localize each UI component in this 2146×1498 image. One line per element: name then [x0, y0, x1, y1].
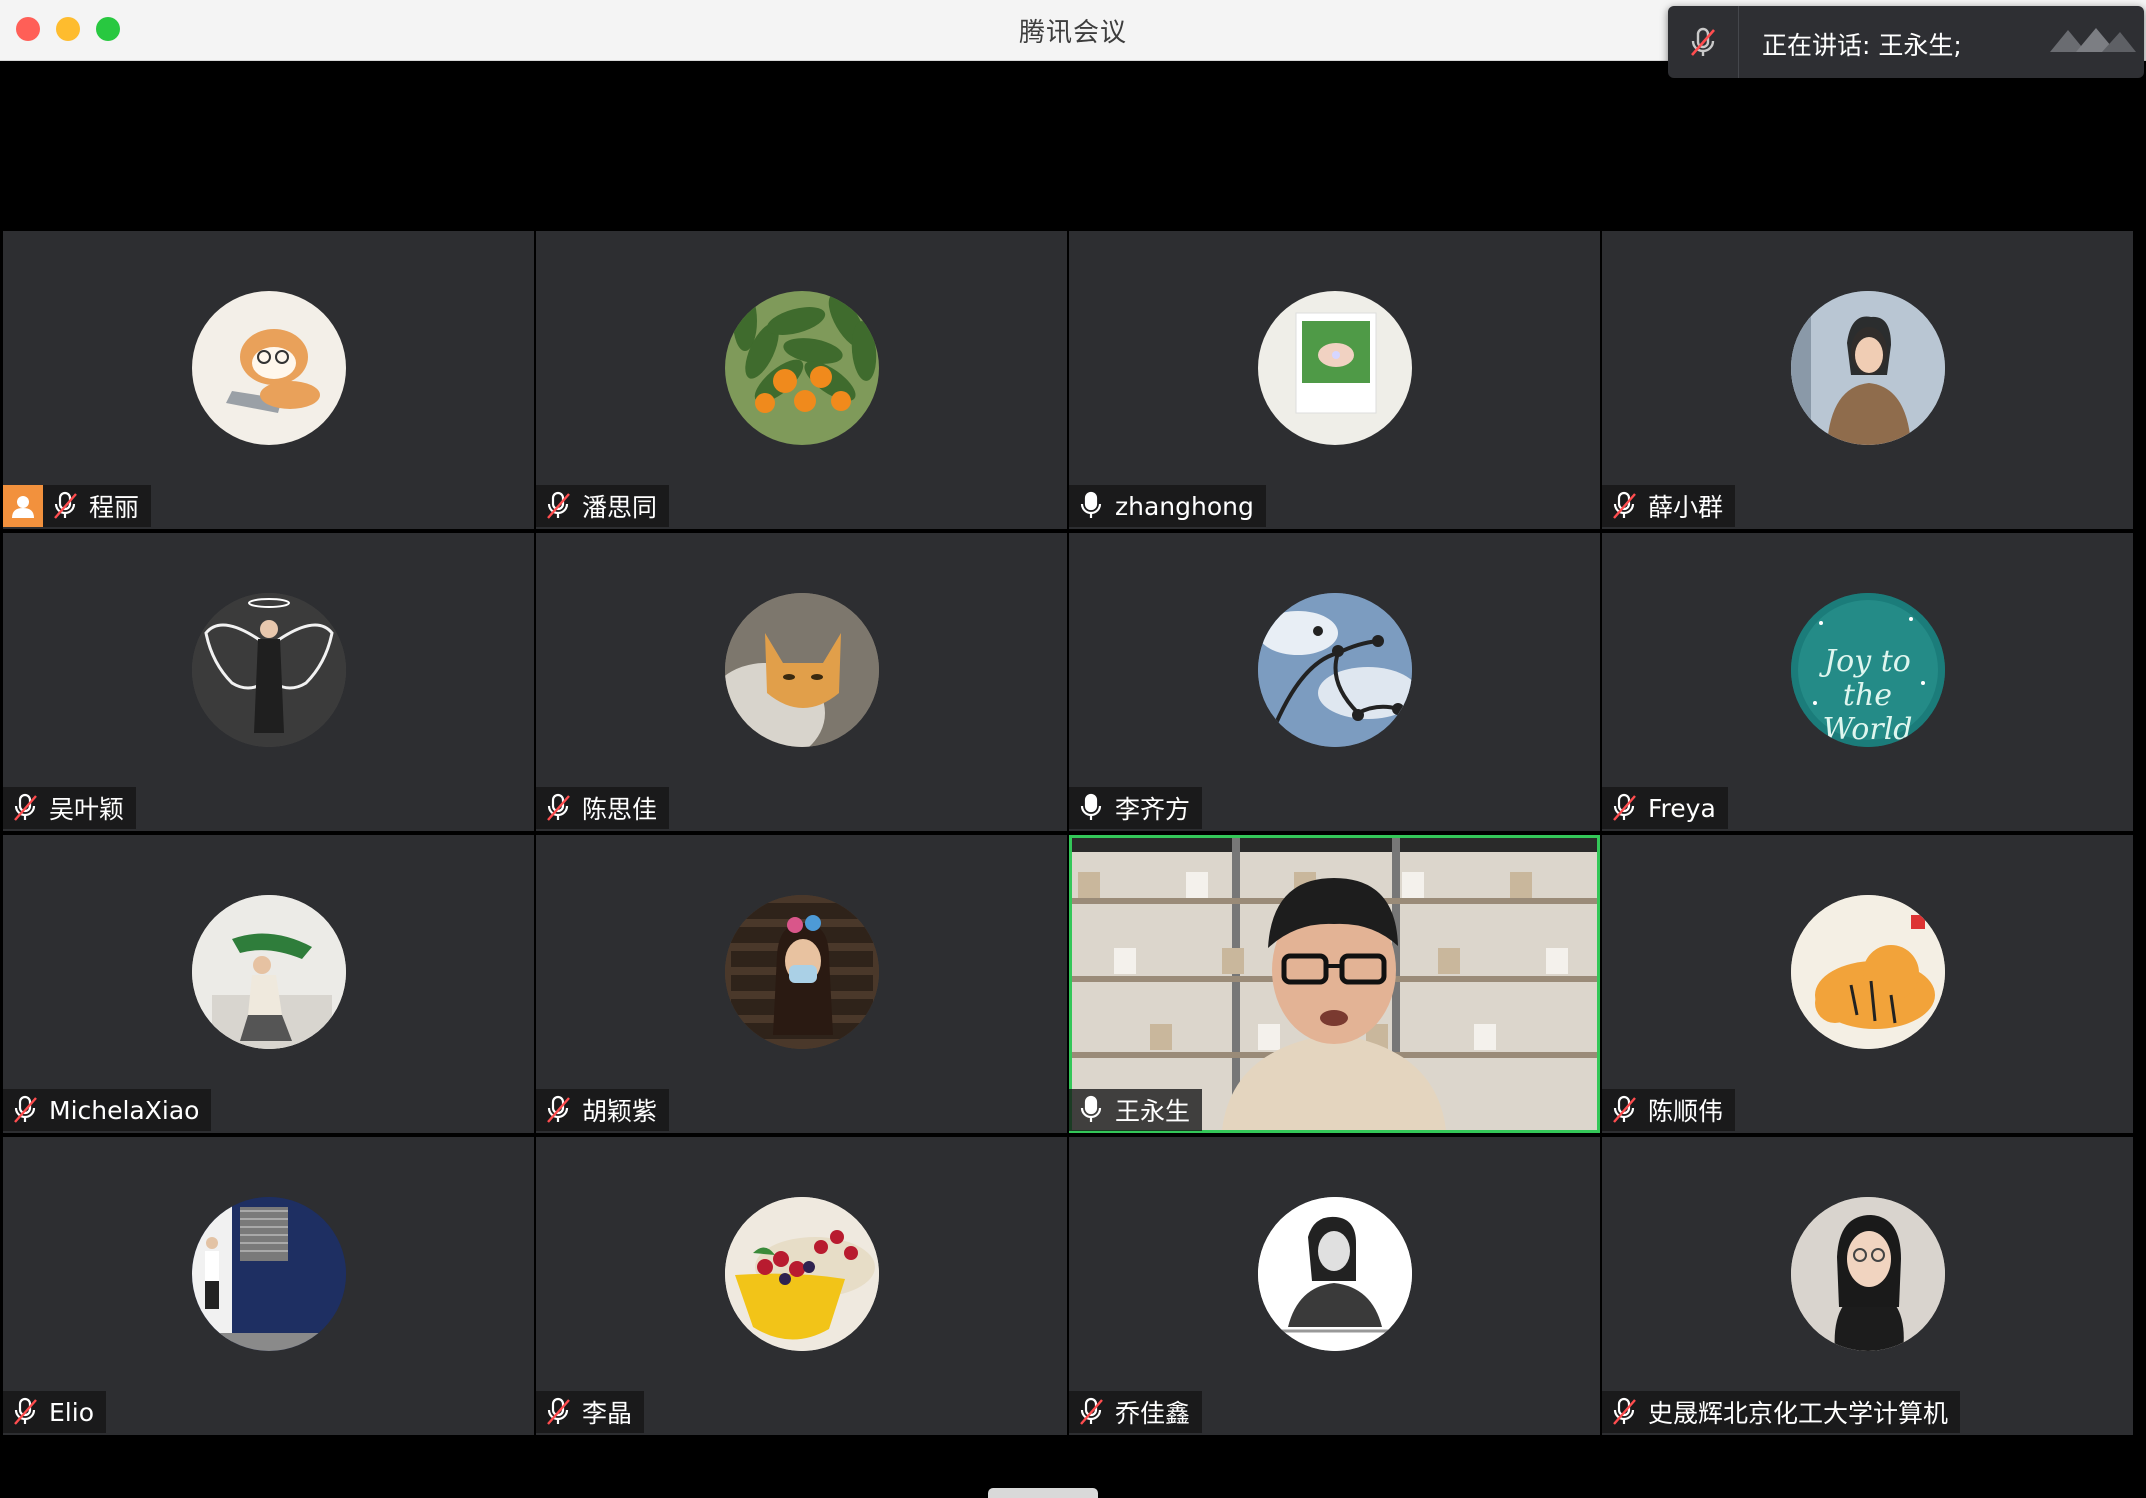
participant-name: 陈顺伟	[1648, 1097, 1724, 1126]
participant-tile[interactable]: 史晟辉北京化工大学计算机	[1602, 1137, 2133, 1435]
participant-nametag: MichelaXiao	[3, 1089, 212, 1131]
participant-tile[interactable]: 陈顺伟	[1602, 835, 2133, 1133]
speaking-indicator: 正在讲话: 王永生;	[1668, 6, 2144, 78]
muted-mic-icon	[1610, 1094, 1638, 1126]
mic-icon	[1077, 1094, 1105, 1126]
participant-nametag: 程丽	[3, 485, 152, 527]
mic-icon	[1077, 490, 1105, 522]
participant-name: 李晶	[582, 1399, 633, 1428]
participant-tile[interactable]: 乔佳鑫	[1069, 1137, 1600, 1435]
participant-name: zhanghong	[1115, 491, 1254, 521]
muted-mic-icon	[544, 490, 572, 522]
participant-nametag: 胡颖紫	[536, 1089, 670, 1131]
participant-grid: 程丽 潘思同 zhanghong 薛小群吴叶颖 陈思佳 李齐方 Joy to the Wor…	[0, 231, 2140, 1439]
participant-avatar	[191, 1197, 346, 1351]
participant-name: Freya	[1648, 793, 1716, 823]
participant-tile[interactable]: 李晶	[536, 1137, 1067, 1435]
participant-avatar	[191, 895, 346, 1049]
muted-mic-icon	[544, 1396, 572, 1428]
participant-name: 吴叶颖	[49, 795, 125, 824]
participant-tile[interactable]: 吴叶颖	[3, 533, 534, 831]
participant-tile[interactable]: 程丽	[3, 231, 534, 529]
participant-tile[interactable]: 陈思佳	[536, 533, 1067, 831]
participant-avatar	[191, 291, 346, 445]
participant-nametag: 王永生	[1069, 1089, 1203, 1131]
participant-avatar	[191, 593, 346, 747]
participant-avatar	[1790, 895, 1945, 1049]
participant-tile[interactable]: Elio	[3, 1137, 534, 1435]
mic-icon	[1077, 792, 1105, 824]
muted-mic-icon	[1610, 490, 1638, 522]
participant-tile[interactable]: zhanghong	[1069, 231, 1600, 529]
participant-nametag: 陈顺伟	[1602, 1089, 1736, 1131]
participant-nametag: zhanghong	[1069, 485, 1266, 527]
participant-name: 王永生	[1115, 1097, 1191, 1126]
participant-name: MichelaXiao	[49, 1095, 200, 1125]
participant-tile[interactable]: 胡颖紫	[536, 835, 1067, 1133]
muted-mic-icon	[11, 1396, 39, 1428]
participant-nametag: 史晟辉北京化工大学计算机	[1602, 1391, 1961, 1433]
participant-name: Elio	[49, 1397, 94, 1427]
participant-avatar	[1257, 291, 1412, 445]
muted-mic-icon	[1610, 1396, 1638, 1428]
participant-name: 程丽	[89, 493, 140, 522]
participant-avatar	[724, 593, 879, 747]
muted-mic-icon	[1077, 1396, 1105, 1428]
expand-icon[interactable]	[2046, 22, 2138, 62]
participant-avatar: Joy to the World	[1790, 593, 1945, 747]
participant-nametag: 薛小群	[1602, 485, 1736, 527]
participant-nametag: 李齐方	[1069, 787, 1203, 829]
participant-tile[interactable]: 薛小群	[1602, 231, 2133, 529]
participant-tile[interactable]: 潘思同	[536, 231, 1067, 529]
muted-mic-icon	[51, 490, 79, 522]
participant-name: 史晟辉北京化工大学计算机	[1648, 1399, 1949, 1428]
host-icon	[3, 485, 43, 527]
participant-tile[interactable]: Joy to the World Freya	[1602, 533, 2133, 831]
participant-nametag: 乔佳鑫	[1069, 1391, 1203, 1433]
participant-video	[1072, 838, 1597, 1130]
participant-nametag: 吴叶颖	[3, 787, 137, 829]
active-speaker-tile[interactable]: 王永生	[1069, 835, 1600, 1133]
avatar-text: Joy to the World	[1822, 644, 1913, 747]
muted-mic-icon	[11, 1094, 39, 1126]
participant-name: 乔佳鑫	[1115, 1399, 1191, 1428]
muted-mic-icon	[1610, 792, 1638, 824]
participant-nametag: 陈思佳	[536, 787, 670, 829]
muted-mic-icon	[544, 792, 572, 824]
participant-nametag: Elio	[3, 1391, 106, 1433]
participant-avatar	[724, 895, 879, 1049]
participant-avatar	[1257, 1197, 1412, 1351]
toolbar-handle[interactable]	[988, 1488, 1098, 1498]
participant-name: 胡颖紫	[582, 1097, 658, 1126]
participant-avatar	[1790, 291, 1945, 445]
participant-name: 李齐方	[1115, 795, 1191, 824]
participant-name: 薛小群	[1648, 493, 1724, 522]
participant-tile[interactable]: 李齐方	[1069, 533, 1600, 831]
participant-nametag: 李晶	[536, 1391, 645, 1433]
participant-name: 潘思同	[582, 493, 658, 522]
muted-mic-icon	[544, 1094, 572, 1126]
participant-tile[interactable]: MichelaXiao	[3, 835, 534, 1133]
muted-mic-icon[interactable]	[1668, 6, 1739, 78]
participant-name: 陈思佳	[582, 795, 658, 824]
participant-nametag: 潘思同	[536, 485, 670, 527]
speaking-label: 正在讲话: 王永生;	[1762, 31, 1962, 60]
participant-avatar	[1790, 1197, 1945, 1351]
muted-mic-icon	[11, 792, 39, 824]
participant-nametag: Freya	[1602, 787, 1728, 829]
participant-avatar	[1257, 593, 1412, 747]
participant-avatar	[724, 291, 879, 445]
participant-avatar	[724, 1197, 879, 1351]
